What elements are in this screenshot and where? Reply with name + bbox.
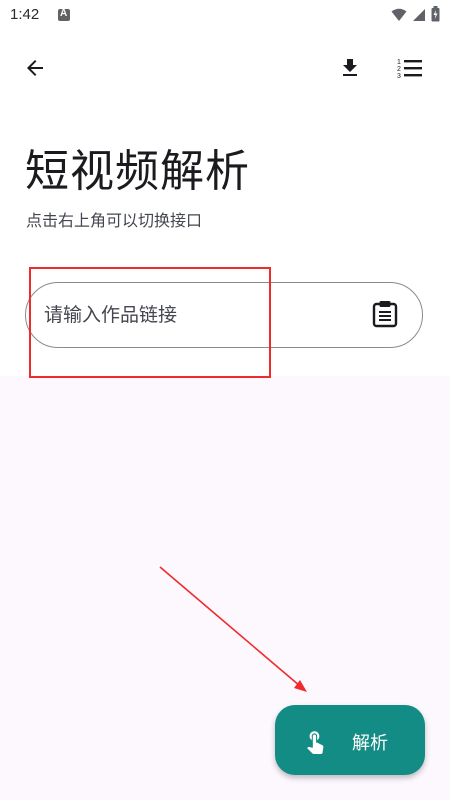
parse-button-label: 解析 xyxy=(352,733,388,754)
status-bar: 1:42 xyxy=(0,0,450,32)
parse-button[interactable]: 解析 xyxy=(275,705,425,775)
a-notification-icon xyxy=(58,8,70,21)
svg-text:1: 1 xyxy=(397,59,401,66)
switch-api-button[interactable]: 1 2 3 xyxy=(390,50,430,90)
top-app-bar: 1 2 3 xyxy=(0,40,450,100)
arrow-left-icon xyxy=(23,56,47,84)
paste-button[interactable] xyxy=(368,299,402,333)
link-input-container xyxy=(25,282,423,348)
download-icon xyxy=(338,56,362,84)
signal-icon xyxy=(412,7,426,26)
svg-text:2: 2 xyxy=(397,66,401,73)
status-time: 1:42 xyxy=(10,6,40,23)
clipboard-icon xyxy=(372,300,398,332)
battery-icon xyxy=(431,6,440,26)
numbered-list-icon: 1 2 3 xyxy=(397,56,423,84)
page-subtitle: 点击右上角可以切换接口 xyxy=(26,211,203,230)
wifi-icon xyxy=(391,7,407,26)
status-icons xyxy=(391,6,440,26)
link-input[interactable] xyxy=(44,297,344,333)
page-title: 短视频解析 xyxy=(25,146,250,197)
download-button[interactable] xyxy=(330,50,370,90)
back-button[interactable] xyxy=(15,50,55,90)
touch-app-icon xyxy=(302,728,328,754)
svg-text:3: 3 xyxy=(397,73,401,80)
